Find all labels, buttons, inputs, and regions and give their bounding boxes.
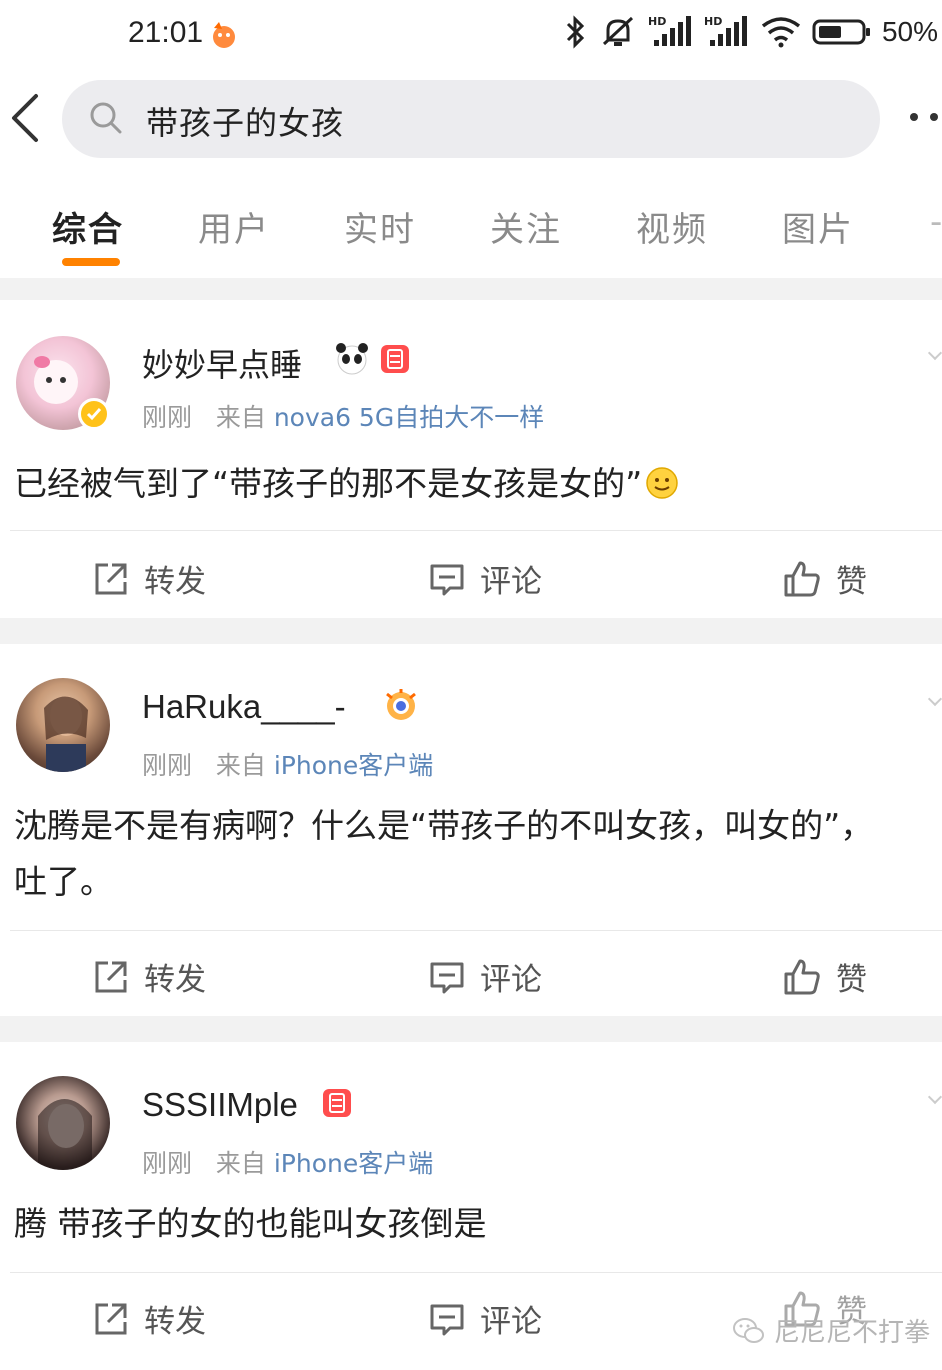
tab-comprehensive[interactable]: 综合	[52, 202, 124, 251]
red-vip-badge-icon	[323, 1089, 351, 1117]
post-card[interactable]: 妙妙早点睡 刚刚 来自 nova6 5G自拍大不一样 已经被气到了“带孩子的那不…	[0, 300, 942, 618]
comment-button[interactable]: 评论	[428, 556, 542, 601]
repost-icon	[95, 1303, 127, 1334]
watermark: 尼尼尼不打拳	[732, 1312, 930, 1349]
wechat-icon	[733, 1317, 764, 1343]
search-input[interactable]: 带孩子的女孩	[62, 80, 880, 158]
verified-badge-icon	[78, 398, 110, 430]
post-meta: 刚刚 来自 nova6 5G自拍大不一样	[142, 398, 544, 434]
card-divider	[10, 530, 942, 531]
svg-text:HD: HD	[648, 15, 666, 28]
svg-text:HD: HD	[704, 15, 722, 28]
post-text-line: 腾 带孩子的女的也能叫女孩倒是	[14, 1204, 487, 1243]
post-menu-chevron-icon[interactable]	[927, 691, 942, 707]
comment-icon	[430, 962, 464, 993]
bluetooth-icon	[566, 15, 585, 49]
signal-hd-icon: HD	[648, 15, 691, 46]
post-menu-chevron-icon[interactable]	[927, 345, 942, 361]
repost-button[interactable]: 转发	[92, 556, 206, 601]
card-divider	[10, 930, 942, 931]
avatar[interactable]	[16, 1076, 110, 1170]
tab-realtime[interactable]: 实时	[344, 202, 416, 251]
comment-label: 评论	[480, 564, 542, 600]
watermark-text: 尼尼尼不打拳	[774, 1318, 931, 1348]
smile-emoji-icon	[646, 467, 678, 499]
mute-icon	[602, 16, 633, 46]
comment-label: 评论	[480, 962, 542, 998]
post-text-line: 沈腾是不是有病啊？什么是“带孩子的不叫女孩，叫女的”，	[14, 806, 874, 845]
post-meta: 刚刚 来自 iPhone客户端	[142, 746, 433, 782]
wifi-icon	[761, 17, 801, 48]
tab-following[interactable]: 关注	[490, 202, 562, 251]
search-header: 带孩子的女孩	[0, 72, 942, 172]
post-text-content: 已经被气到了“带孩子的那不是女孩是女的”	[14, 464, 643, 503]
comment-icon	[430, 564, 464, 595]
like-label: 赞	[836, 564, 867, 600]
repost-label: 转发	[144, 1304, 206, 1340]
status-icons: HD HD 50%	[564, 14, 938, 50]
username[interactable]: SSSIIMple	[142, 1086, 298, 1124]
search-tabs: 综合 用户 实时 关注 视频 图片 -	[0, 172, 942, 278]
search-icon	[90, 102, 122, 134]
username[interactable]: HaRuka____-	[142, 688, 346, 726]
post-from-label: 来自	[215, 751, 266, 780]
eye-badge-icon	[386, 689, 416, 720]
tab-images[interactable]: 图片	[782, 202, 854, 251]
post-card[interactable]: HaRuka____- 刚刚 来自 iPhone客户端 沈腾是不是有病啊？什么是…	[0, 644, 942, 1016]
notification-emoji-icon	[213, 22, 235, 48]
thumbs-up-icon	[784, 561, 820, 596]
signal-hd-icon: HD	[704, 15, 747, 46]
post-time: 刚刚	[142, 403, 193, 432]
battery-icon	[812, 19, 870, 45]
like-button[interactable]: 赞	[782, 954, 867, 999]
repost-button[interactable]: 转发	[92, 954, 206, 999]
status-time: 21:01	[128, 16, 204, 49]
post-source[interactable]: iPhone客户端	[274, 1149, 433, 1178]
username[interactable]: 妙妙早点睡	[142, 340, 302, 386]
post-text[interactable]: 腾 带孩子的女的也能叫女孩倒是	[14, 1196, 942, 1252]
card-divider	[10, 1272, 942, 1273]
post-source[interactable]: iPhone客户端	[274, 751, 433, 780]
search-query: 带孩子的女孩	[146, 104, 345, 142]
battery-percent: 50%	[881, 16, 938, 47]
post-text-line: 吐了。	[14, 862, 113, 901]
avatar[interactable]	[16, 678, 110, 772]
panda-emoji-icon	[336, 343, 368, 375]
repost-label: 转发	[144, 564, 206, 600]
post-source[interactable]: nova6 5G自拍大不一样	[274, 403, 544, 432]
back-arrow-icon[interactable]	[6, 90, 46, 146]
active-tab-indicator	[62, 258, 120, 266]
status-bar: 21:01 HD HD 50%	[0, 0, 942, 72]
post-time: 刚刚	[142, 1149, 193, 1178]
post-from-label: 来自	[215, 1149, 266, 1178]
thumbs-up-icon	[784, 959, 820, 994]
more-options-icon[interactable]	[906, 110, 942, 124]
repost-label: 转发	[144, 962, 206, 998]
repost-icon	[95, 961, 127, 992]
post-time: 刚刚	[142, 751, 193, 780]
comment-button[interactable]: 评论	[428, 1296, 542, 1341]
comment-label: 评论	[480, 1304, 542, 1340]
comment-icon	[430, 1304, 464, 1335]
red-vip-badge-icon	[381, 345, 409, 373]
like-label: 赞	[836, 962, 867, 998]
tab-videos[interactable]: 视频	[636, 202, 708, 251]
post-text[interactable]: 已经被气到了“带孩子的那不是女孩是女的”	[14, 456, 942, 512]
tab-users[interactable]: 用户	[198, 202, 270, 251]
post-from-label: 来自	[215, 403, 266, 432]
like-button[interactable]: 赞	[782, 556, 867, 601]
repost-button[interactable]: 转发	[92, 1296, 206, 1341]
comment-button[interactable]: 评论	[428, 954, 542, 999]
post-meta: 刚刚 来自 iPhone客户端	[142, 1144, 433, 1180]
tab-overflow-hint: -	[930, 202, 942, 242]
post-menu-chevron-icon[interactable]	[927, 1089, 942, 1105]
repost-icon	[95, 563, 127, 594]
post-text[interactable]: 沈腾是不是有病啊？什么是“带孩子的不叫女孩，叫女的”， 吐了。	[14, 798, 942, 910]
